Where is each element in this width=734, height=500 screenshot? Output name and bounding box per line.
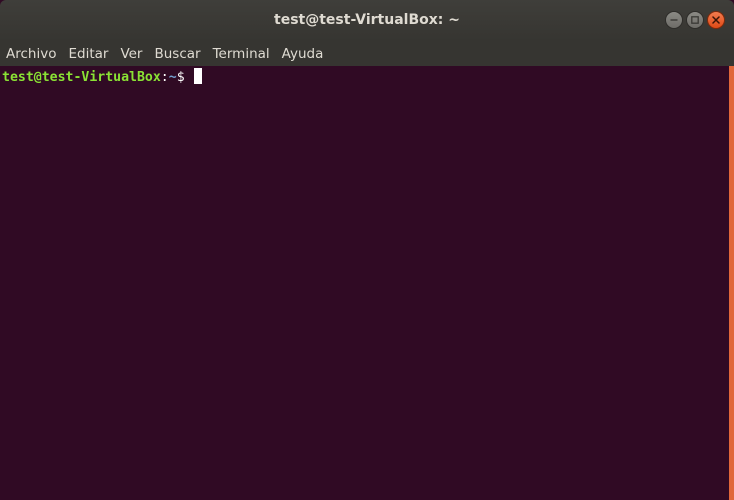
terminal-area[interactable]: test@test-VirtualBox:~$: [0, 66, 734, 500]
maximize-button[interactable]: [686, 11, 704, 29]
close-icon: [712, 16, 720, 24]
window-title: test@test-VirtualBox: ~: [274, 12, 460, 28]
prompt-line: test@test-VirtualBox:~$: [2, 68, 202, 86]
scrollbar[interactable]: [729, 66, 734, 500]
prompt-sign: $: [176, 70, 193, 85]
menu-item-archivo[interactable]: Archivo: [0, 41, 62, 66]
menu-item-ayuda[interactable]: Ayuda: [276, 41, 330, 66]
prompt-path: ~: [168, 70, 177, 85]
menu-item-editar[interactable]: Editar: [62, 41, 114, 66]
minimize-icon: [670, 19, 678, 21]
menu-item-buscar[interactable]: Buscar: [148, 41, 206, 66]
close-button[interactable]: [707, 11, 725, 29]
menu-bar: Archivo Editar Ver Buscar Terminal Ayuda: [0, 41, 734, 66]
prompt-separator: :: [160, 70, 169, 85]
title-bar[interactable]: test@test-VirtualBox: ~: [0, 0, 734, 41]
text-cursor: [193, 68, 202, 84]
menu-item-ver[interactable]: Ver: [114, 41, 148, 66]
prompt-user-host: test@test-VirtualBox: [2, 70, 161, 85]
maximize-icon: [691, 16, 699, 24]
minimize-button[interactable]: [665, 11, 683, 29]
menu-item-terminal[interactable]: Terminal: [207, 41, 276, 66]
window-controls: [665, 11, 725, 29]
terminal-window: test@test-VirtualBox: ~ Archivo Editar V…: [0, 0, 734, 500]
